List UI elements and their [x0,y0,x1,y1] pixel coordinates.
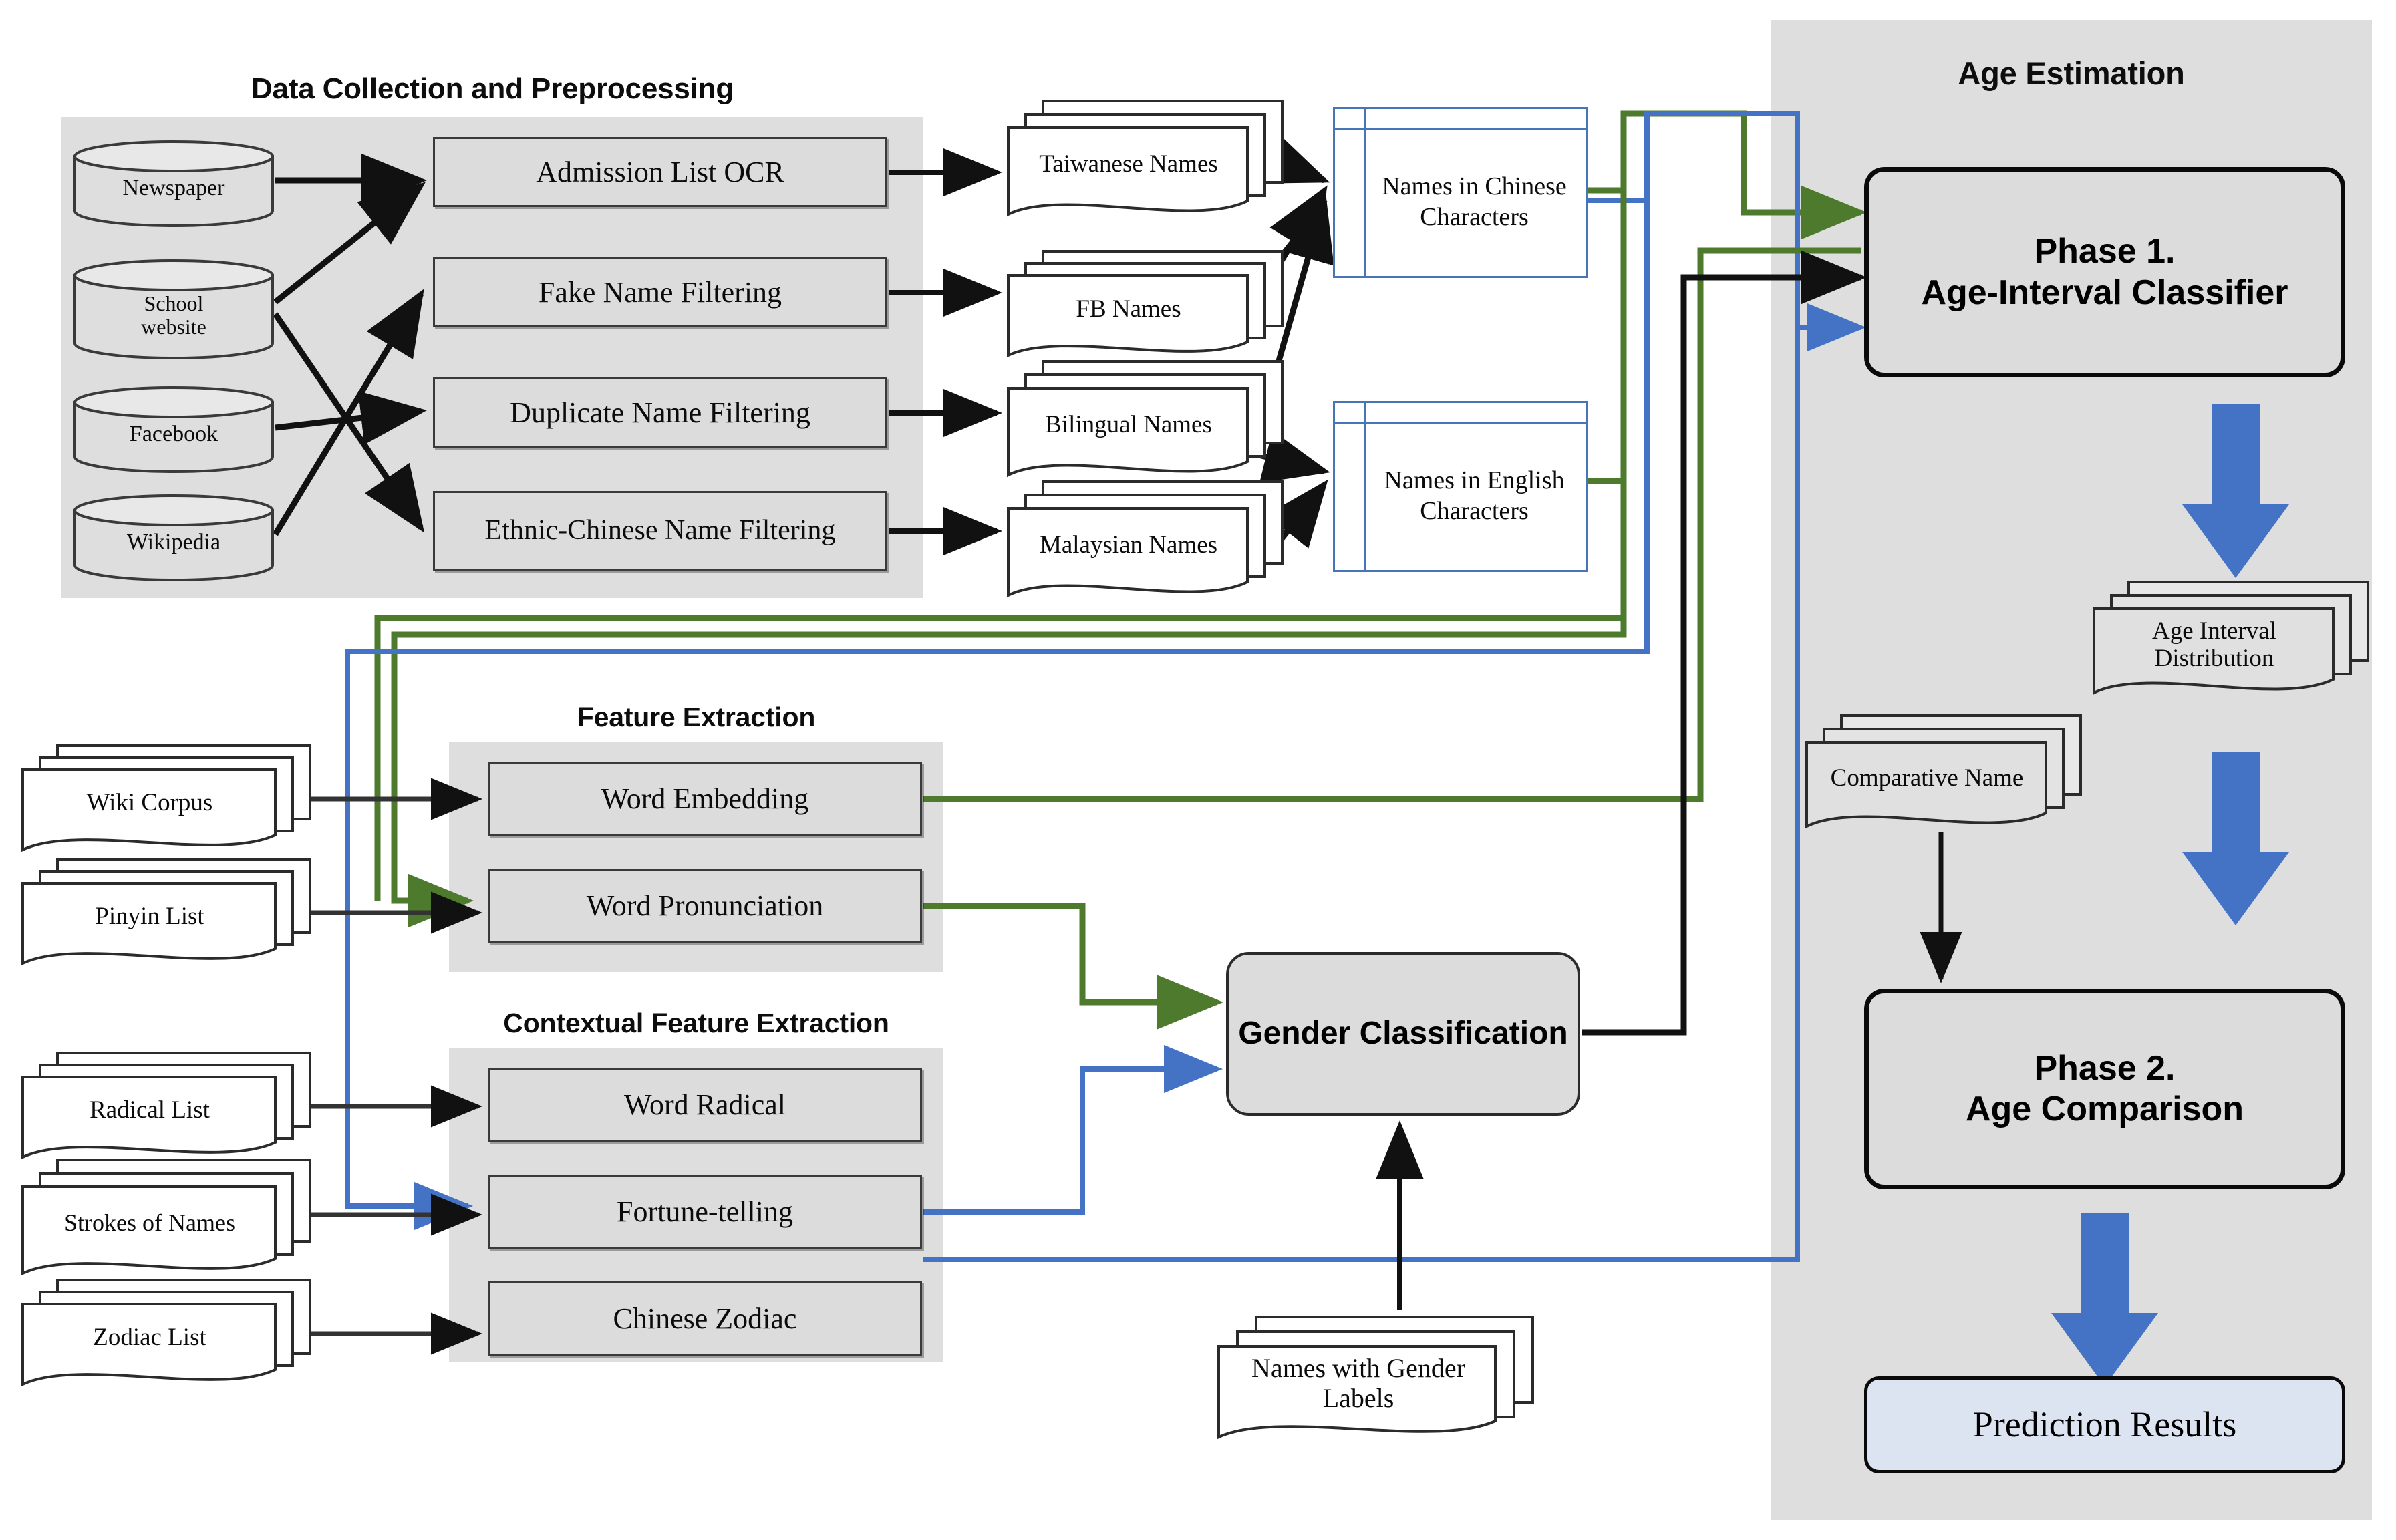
title-feature-extraction: Feature Extraction [577,702,816,732]
module-word-pronunciation[interactable]: Word Pronunciation [488,869,922,943]
docstack-pinyin-list[interactable]: Pinyin List [20,855,314,982]
docstack-label: Bilingual Names [1045,411,1212,439]
docstack-label: FB Names [1076,295,1181,323]
docstack-label: Radical List [90,1096,210,1124]
data-source-school-website[interactable]: School website [73,259,274,359]
docstack-wiki-corpus[interactable]: Wiki Corpus [20,742,314,869]
process-fake-name-filtering[interactable]: Fake Name Filtering [433,257,887,327]
docstack-label: Wiki Corpus [86,789,213,817]
table-header-row [1335,109,1586,130]
docstack-label: Comparative Name [1830,764,2024,792]
title-data-collection: Data Collection and Preprocessing [251,72,734,105]
phase1-age-interval-classifier[interactable]: Phase 1. Age-Interval Classifier [1864,167,2345,377]
phase2-label: Phase 2. Age Comparison [1965,1048,2244,1128]
docstack-label: Strokes of Names [64,1209,235,1236]
docstack-taiwanese-names[interactable]: Taiwanese Names [1006,97,1286,230]
gender-classification-box[interactable]: Gender Classification [1226,952,1580,1116]
docstack-label: Taiwanese Names [1039,150,1218,178]
docstack-comparative-name[interactable]: Comparative Name [1804,712,2085,845]
docstack-names-with-gender-labels[interactable]: Names with Gender Labels [1216,1313,1537,1456]
data-source-label: Newspaper [122,176,225,201]
data-source-label: School website [141,291,206,339]
gender-classification-label: Gender Classification [1238,1016,1568,1052]
title-contextual-feature-extraction: Contextual Feature Extraction [503,1008,889,1038]
table-label: Names in Chinese Characters [1382,172,1567,231]
edge-word-pronunciation-to-gender [923,903,1223,1030]
prediction-results-box[interactable]: Prediction Results [1864,1376,2345,1473]
process-duplicate-name-filtering[interactable]: Duplicate Name Filtering [433,377,887,448]
module-word-radical[interactable]: Word Radical [488,1068,922,1142]
edge-fortune-telling-to-gender [923,1045,1223,1215]
data-source-newspaper[interactable]: Newspaper [73,140,274,227]
phase2-age-comparison[interactable]: Phase 2. Age Comparison [1864,989,2345,1189]
docstack-zodiac-list[interactable]: Zodiac List [20,1276,314,1403]
module-fortune-telling[interactable]: Fortune-telling [488,1175,922,1249]
data-source-label: Facebook [129,422,218,447]
docstack-bilingual-names[interactable]: Bilingual Names [1006,357,1286,491]
diagram-canvas: Data Collection and Preprocessing Featur… [0,0,2396,1540]
table-names-in-chinese-characters[interactable]: Names in Chinese Characters [1333,107,1588,278]
module-chinese-zodiac[interactable]: Chinese Zodiac [488,1281,922,1356]
table-first-column-divider [1364,109,1366,276]
data-source-label: Wikipedia [126,530,221,555]
table-names-in-english-characters[interactable]: Names in English Characters [1333,401,1588,572]
docstack-label: Malaysian Names [1039,531,1218,559]
docstack-label: Names with Gender Labels [1251,1353,1465,1413]
title-age-estimation: Age Estimation [1958,55,2185,91]
docstack-label: Pinyin List [95,903,204,931]
docstack-label: Zodiac List [93,1324,206,1352]
table-first-column-divider [1364,403,1366,570]
docstack-strokes-of-names[interactable]: Strokes of Names [20,1156,314,1293]
phase1-label: Phase 1. Age-Interval Classifier [1921,232,2288,312]
table-label: Names in English Characters [1384,466,1565,525]
process-admission-list-ocr[interactable]: Admission List OCR [433,137,887,207]
table-header-row [1335,403,1586,424]
data-source-facebook[interactable]: Facebook [73,386,274,473]
docstack-age-interval-distribution[interactable]: Age Interval Distribution [2091,578,2372,712]
process-ethnic-chinese-name-filtering[interactable]: Ethnic-Chinese Name Filtering [433,491,887,571]
docstack-label: Age Interval Distribution [2152,617,2276,672]
data-source-wikipedia[interactable]: Wikipedia [73,494,274,581]
module-word-embedding[interactable]: Word Embedding [488,762,922,836]
docstack-malaysian-names[interactable]: Malaysian Names [1006,478,1286,611]
docstack-fb-names[interactable]: FB Names [1006,247,1286,374]
